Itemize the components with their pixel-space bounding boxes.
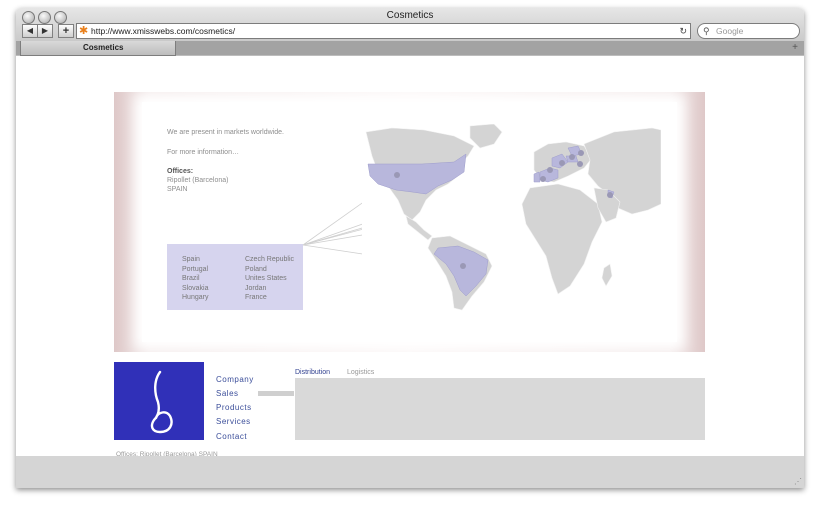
company-logo[interactable]	[114, 362, 204, 440]
tab-label: Cosmetics	[83, 43, 124, 52]
window-title: Cosmetics	[386, 10, 434, 21]
address-text: http://www.xmisswebs.com/cosmetics/	[91, 26, 236, 36]
nav-services[interactable]: Services	[216, 417, 251, 426]
nav-company[interactable]: Company	[216, 375, 254, 384]
hero-panel: We are present in markets worldwide. For…	[142, 102, 677, 342]
status-bar: ⋰	[16, 456, 804, 488]
world-map-icon	[362, 124, 661, 311]
nav-connector	[258, 391, 294, 396]
tab-cosmetics[interactable]: Cosmetics	[20, 41, 176, 56]
portugal-shape	[533, 171, 541, 183]
new-tab-button[interactable]: +	[792, 41, 798, 55]
add-bookmark-button[interactable]: +	[58, 24, 74, 38]
reload-icon[interactable]: ↻	[679, 24, 687, 38]
page-content: We are present in markets worldwide. For…	[16, 56, 804, 458]
title-bar: Cosmetics ◀ ▶ + ✱ http://www.xmisswebs.c…	[16, 8, 804, 57]
browser-window: Cosmetics ◀ ▶ + ✱ http://www.xmisswebs.c…	[16, 8, 804, 488]
tab-logistics[interactable]: Logistics	[347, 369, 374, 376]
search-field[interactable]: ⚲ Google	[697, 23, 800, 39]
back-button[interactable]: ◀	[22, 24, 38, 38]
search-placeholder: Google	[716, 26, 744, 36]
resize-grip-icon[interactable]: ⋰	[794, 477, 802, 486]
hero-banner: We are present in markets worldwide. For…	[114, 92, 705, 352]
address-bar[interactable]: ✱ http://www.xmisswebs.com/cosmetics/ ↻	[76, 23, 691, 39]
favicon-icon: ✱	[79, 25, 89, 37]
stylized-b-logo-icon	[150, 370, 173, 434]
nav-sales[interactable]: Sales	[216, 389, 239, 398]
nav-products[interactable]: Products	[216, 403, 252, 412]
forward-button[interactable]: ▶	[37, 24, 53, 38]
tab-distribution[interactable]: Distribution	[295, 369, 330, 376]
nav-contact[interactable]: Contact	[216, 432, 247, 441]
tab-bar: Cosmetics +	[16, 41, 804, 56]
search-icon: ⚲	[703, 26, 710, 36]
content-panel	[295, 378, 705, 440]
